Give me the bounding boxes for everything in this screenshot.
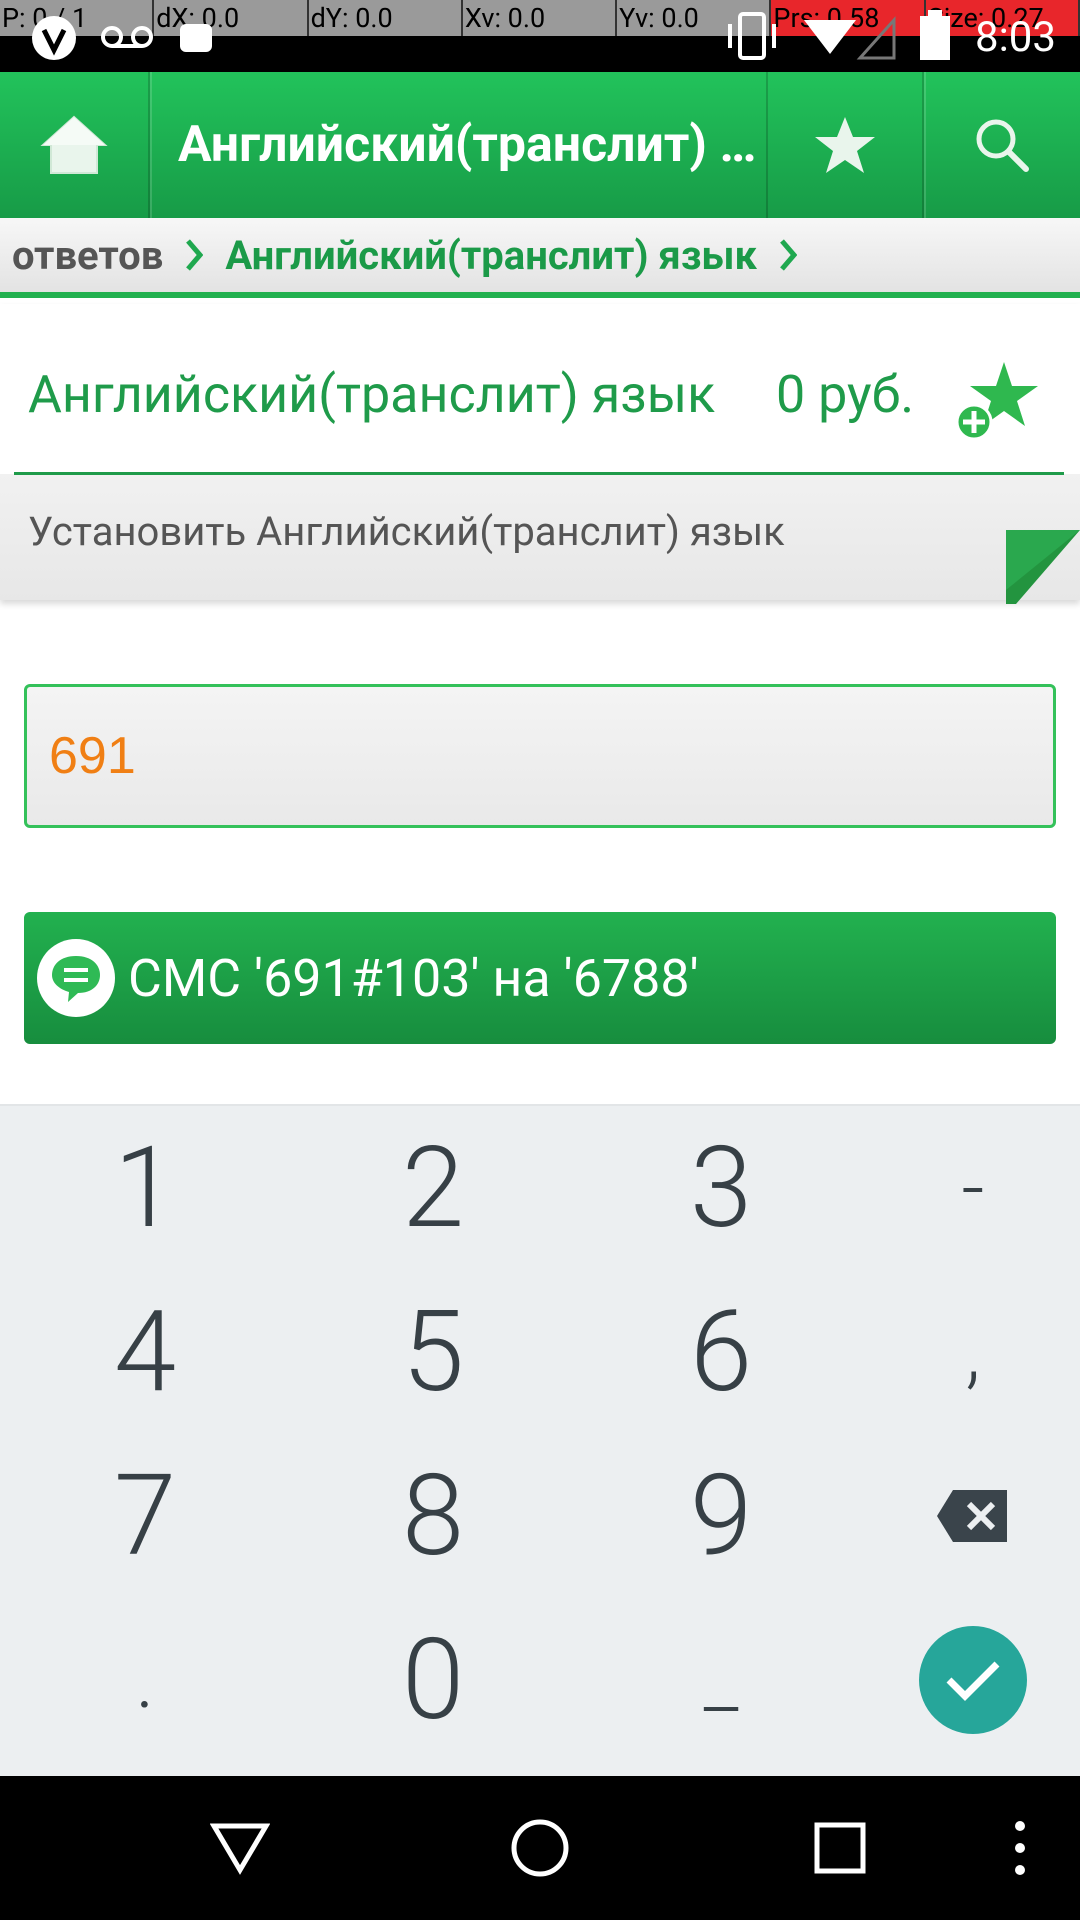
key-dot[interactable]: . xyxy=(10,1598,280,1762)
done-key[interactable] xyxy=(838,1598,1080,1762)
key-3[interactable]: 3 xyxy=(586,1106,856,1270)
chevron-right-icon xyxy=(186,239,204,271)
android-icon xyxy=(32,16,76,60)
key-minus[interactable]: - xyxy=(838,1106,1080,1270)
install-text[interactable]: Установить Английский(транслит) язык xyxy=(28,508,785,555)
search-icon xyxy=(976,119,1029,172)
screen: { "status_bar": { "debug": ["P: 0 / 1", … xyxy=(0,0,1080,1920)
navigation-bar xyxy=(0,1776,1080,1920)
service-header-panel: Английский(транслит) язык 0 руб. Установ… xyxy=(0,304,1080,604)
app-bar: Английский(транслит) язык xyxy=(0,72,1080,218)
search-button[interactable] xyxy=(924,72,1080,218)
home-circle-icon xyxy=(511,1819,569,1877)
vibrate-icon xyxy=(728,12,776,60)
back-triangle-icon xyxy=(210,1823,270,1875)
send-sms-button[interactable]: СМС '691#103' на '6788' xyxy=(24,912,1056,1044)
key-8[interactable]: 8 xyxy=(298,1434,568,1598)
number-input[interactable] xyxy=(24,684,1056,828)
key-1[interactable]: 1 xyxy=(10,1106,280,1270)
breadcrumb: ответов Английский(транслит) язык xyxy=(0,218,1080,298)
backspace-icon xyxy=(937,1490,1007,1542)
recents-button[interactable] xyxy=(800,1776,880,1920)
breadcrumb-current[interactable]: Английский(транслит) язык xyxy=(225,232,757,279)
back-button[interactable] xyxy=(200,1776,280,1920)
menu-button[interactable] xyxy=(1000,1776,1040,1920)
key-4[interactable]: 4 xyxy=(10,1270,280,1434)
status-time: 8:03 xyxy=(975,13,1056,62)
service-price: 0 руб. xyxy=(776,364,915,425)
key-5[interactable]: 5 xyxy=(298,1270,568,1434)
home-nav-button[interactable] xyxy=(500,1776,580,1920)
signal-icon xyxy=(804,16,896,60)
key-7[interactable]: 7 xyxy=(10,1434,280,1598)
key-underscore[interactable]: _ xyxy=(586,1598,856,1762)
overflow-menu-icon xyxy=(1015,1821,1025,1875)
key-2[interactable]: 2 xyxy=(298,1106,568,1270)
debug-dy: dY: 0.0 xyxy=(309,0,463,36)
done-button[interactable] xyxy=(919,1626,1027,1734)
key-0[interactable]: 0 xyxy=(298,1598,568,1762)
favorite-button[interactable] xyxy=(768,72,924,218)
battery-icon xyxy=(920,10,950,60)
voicemail-icon xyxy=(101,26,153,48)
add-favorite-icon[interactable] xyxy=(952,356,1042,446)
key-6[interactable]: 6 xyxy=(586,1270,856,1434)
recents-square-icon xyxy=(814,1822,866,1874)
notification-icon xyxy=(180,24,212,52)
corner-fold-icon xyxy=(1006,530,1080,604)
home-icon xyxy=(40,115,108,174)
debug-xv: Xv: 0.0 xyxy=(463,0,618,36)
key-comma[interactable]: , xyxy=(838,1270,1080,1434)
chevron-right-icon xyxy=(780,239,798,271)
sms-bubble-icon xyxy=(37,939,115,1017)
star-icon xyxy=(815,117,875,173)
numeric-keypad: 1 2 3 - 4 5 6 , 7 8 9 . 0 _ xyxy=(0,1104,1080,1776)
home-button[interactable] xyxy=(0,72,150,218)
backspace-key[interactable] xyxy=(838,1434,1080,1598)
app-bar-title: Английский(транслит) язык xyxy=(150,72,768,218)
send-sms-label: СМС '691#103' на '6788' xyxy=(128,947,699,1009)
check-icon xyxy=(946,1661,1000,1701)
breadcrumb-previous[interactable]: ответов xyxy=(0,232,163,279)
header-divider xyxy=(14,472,1064,475)
service-title: Английский(транслит) язык xyxy=(28,364,716,425)
key-9[interactable]: 9 xyxy=(586,1434,856,1598)
